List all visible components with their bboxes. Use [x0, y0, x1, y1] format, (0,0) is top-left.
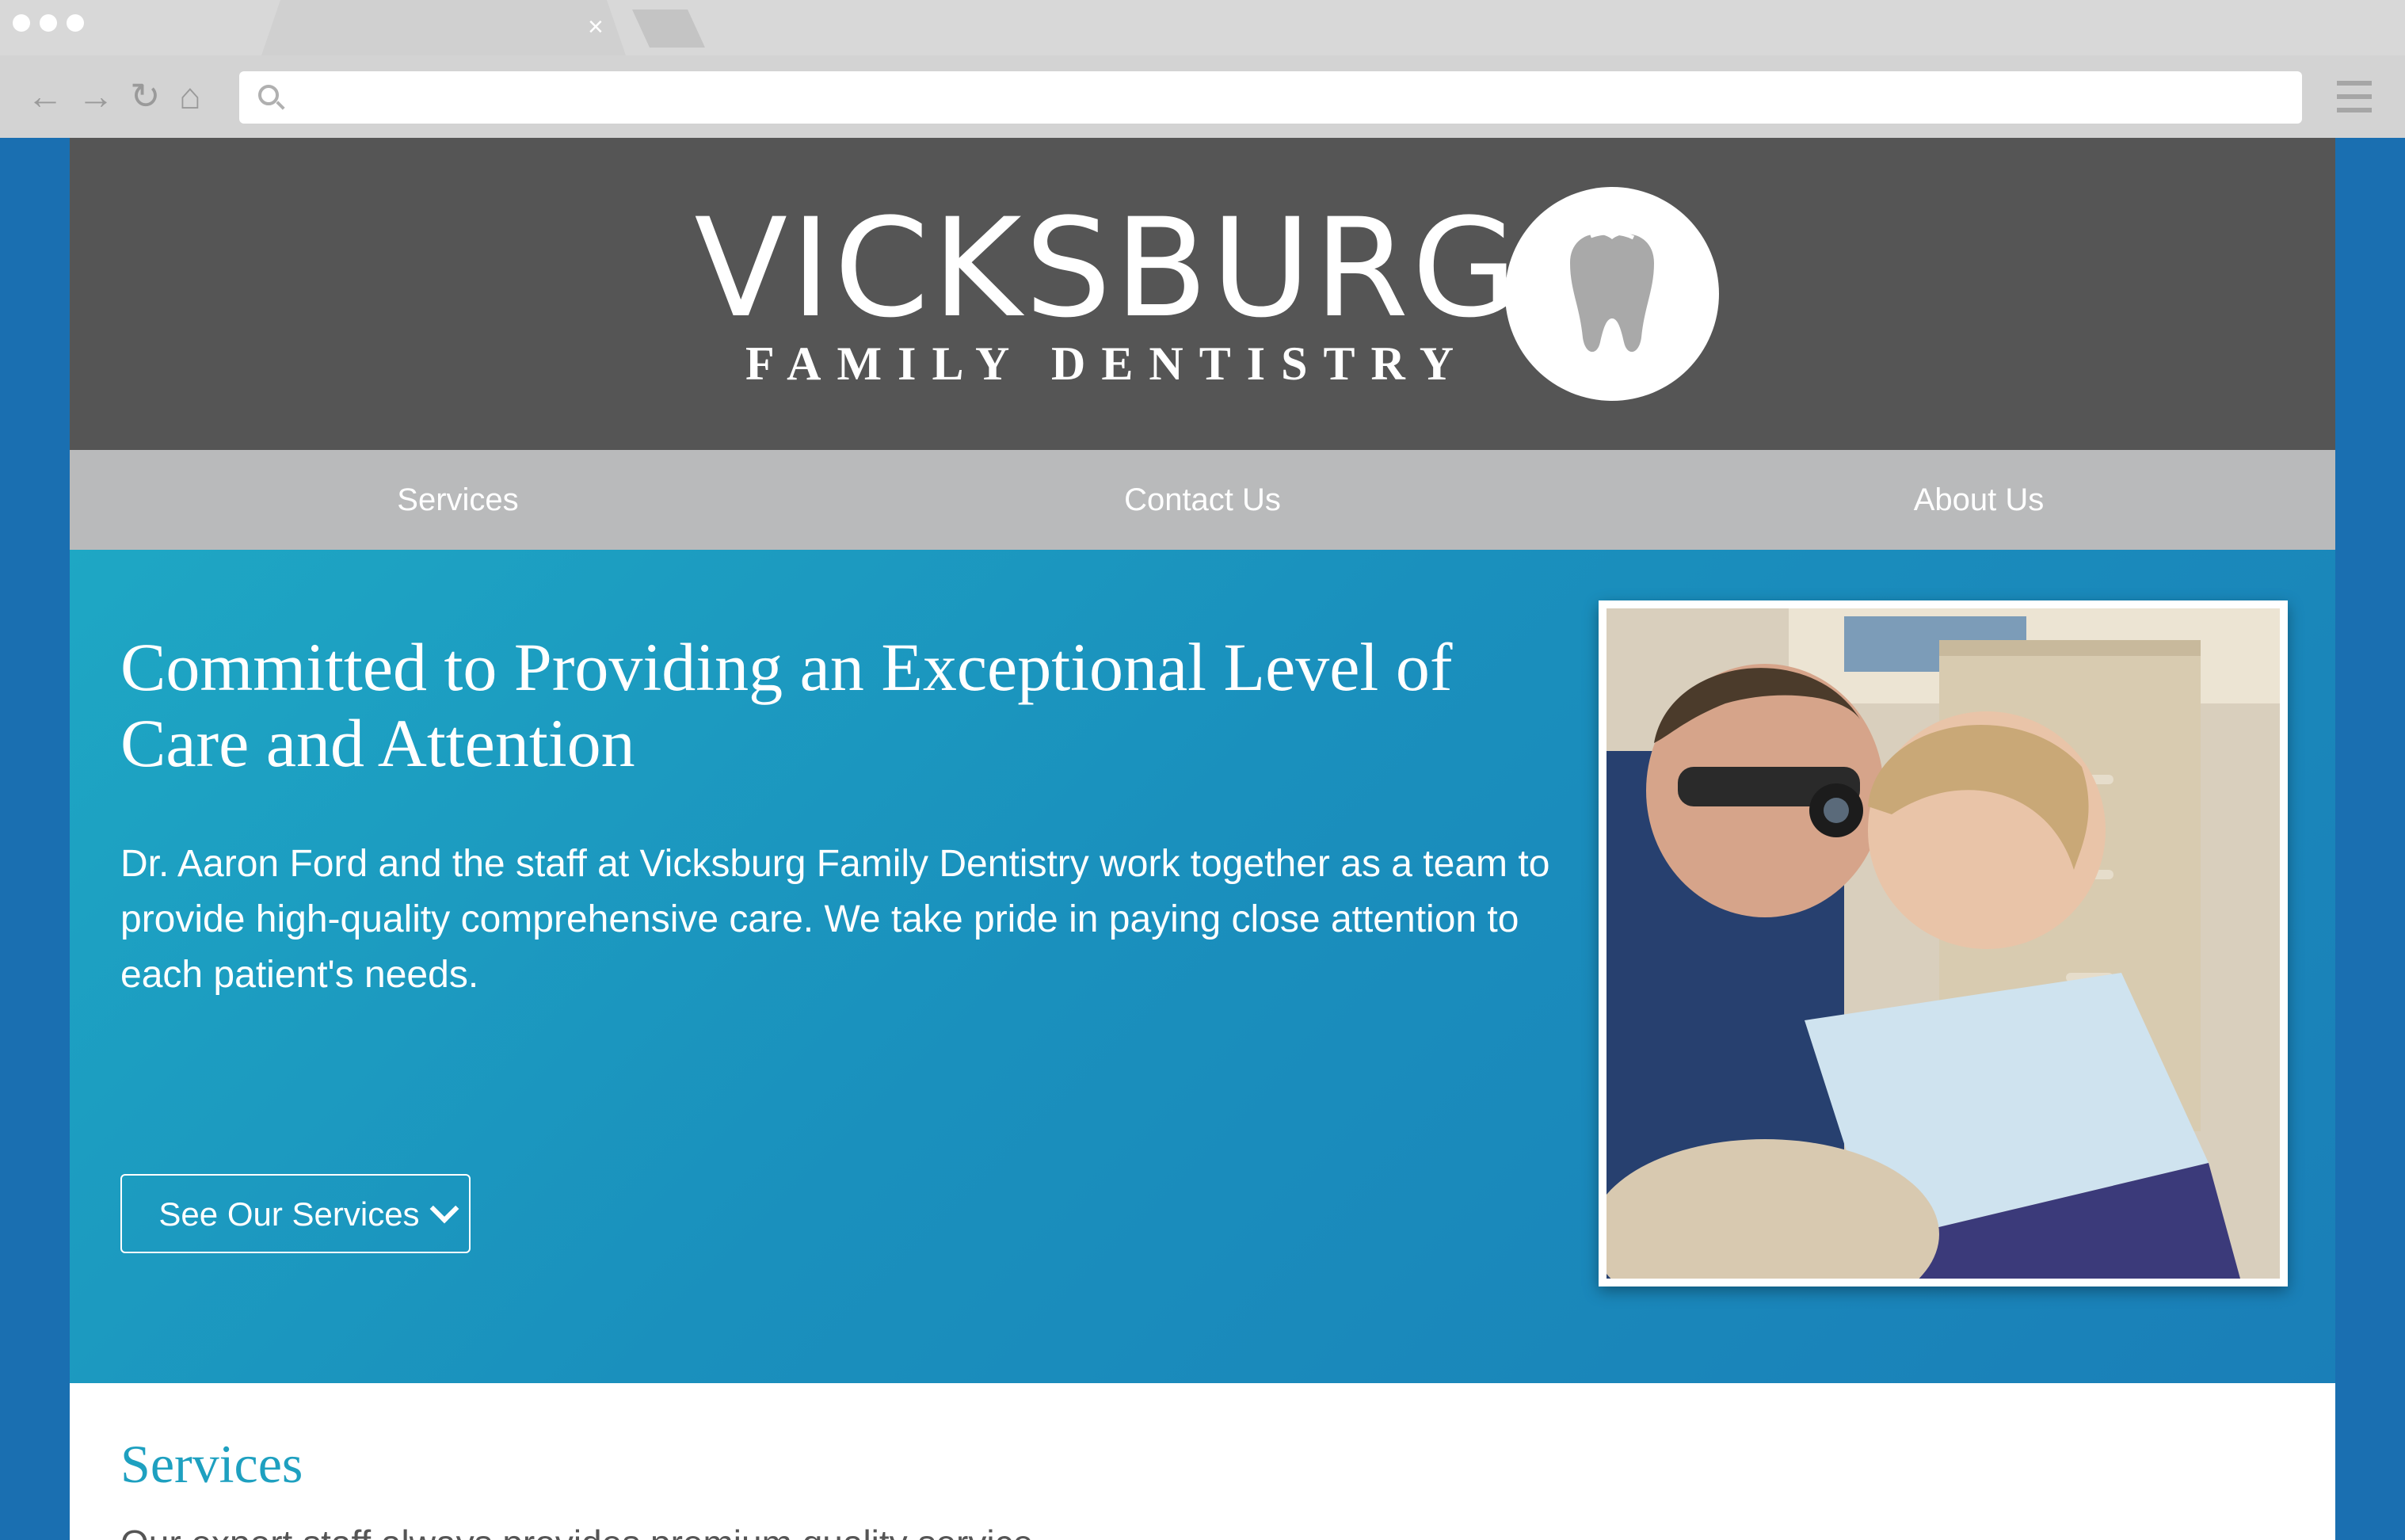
browser-menu-icon[interactable] — [2337, 81, 2372, 112]
nav-item-about-us[interactable]: About Us — [1622, 450, 2335, 550]
nav-item-services[interactable]: Services — [70, 450, 846, 550]
window-controls — [13, 14, 84, 32]
services-intro: Our expert staff always provides premium… — [120, 1519, 1043, 1540]
tab-close-icon[interactable]: × — [588, 11, 604, 43]
window-minimize-dot[interactable] — [40, 14, 57, 32]
hero-description: Dr. Aaron Ford and the staff at Vicksbur… — [120, 843, 1550, 996]
tab-strip: × — [0, 0, 2405, 55]
back-arrow-icon[interactable]: ← — [27, 76, 63, 116]
nav-item-contact-us[interactable]: Contact Us — [862, 450, 1543, 550]
logo-tagline: FAMILY DENTISTRY — [745, 337, 1470, 390]
website: VICKSBURG FAMILY DENTISTRY Services Cont… — [70, 138, 2335, 1540]
dentist-with-child-photo — [1607, 608, 2280, 1279]
logo[interactable]: VICKSBURG FAMILY DENTISTRY — [688, 193, 1527, 391]
browser-tab[interactable] — [261, 0, 626, 55]
main-nav: Services Contact Us About Us — [70, 450, 2335, 550]
services-section: Services Our expert staff always provide… — [70, 1383, 2335, 1540]
chevron-down-icon — [429, 1194, 459, 1224]
site-header: VICKSBURG FAMILY DENTISTRY — [70, 138, 2335, 450]
hero-section: Committed to Providing an Exceptional Le… — [70, 550, 2335, 1383]
new-tab-button[interactable] — [632, 10, 705, 48]
search-icon — [258, 85, 279, 105]
browser-chrome: × ← → ↻ ⌂ — [0, 0, 2405, 138]
reload-icon[interactable]: ↻ — [130, 76, 161, 116]
photo-frame — [1599, 600, 2288, 1287]
window-close-dot[interactable] — [13, 14, 30, 32]
hero-title: Committed to Providing an Exceptional Le… — [120, 629, 1453, 781]
logo-name: VICKSBURG — [694, 189, 1521, 348]
tooth-icon — [1505, 187, 1719, 401]
services-heading: Services — [120, 1434, 303, 1494]
home-icon[interactable]: ⌂ — [179, 76, 201, 116]
forward-arrow-icon[interactable]: → — [78, 76, 114, 116]
window-maximize-dot[interactable] — [67, 14, 84, 32]
address-bar[interactable] — [239, 71, 2302, 124]
see-our-services-button[interactable]: See Our Services — [120, 1174, 471, 1253]
see-our-services-label: See Our Services — [158, 1195, 420, 1233]
